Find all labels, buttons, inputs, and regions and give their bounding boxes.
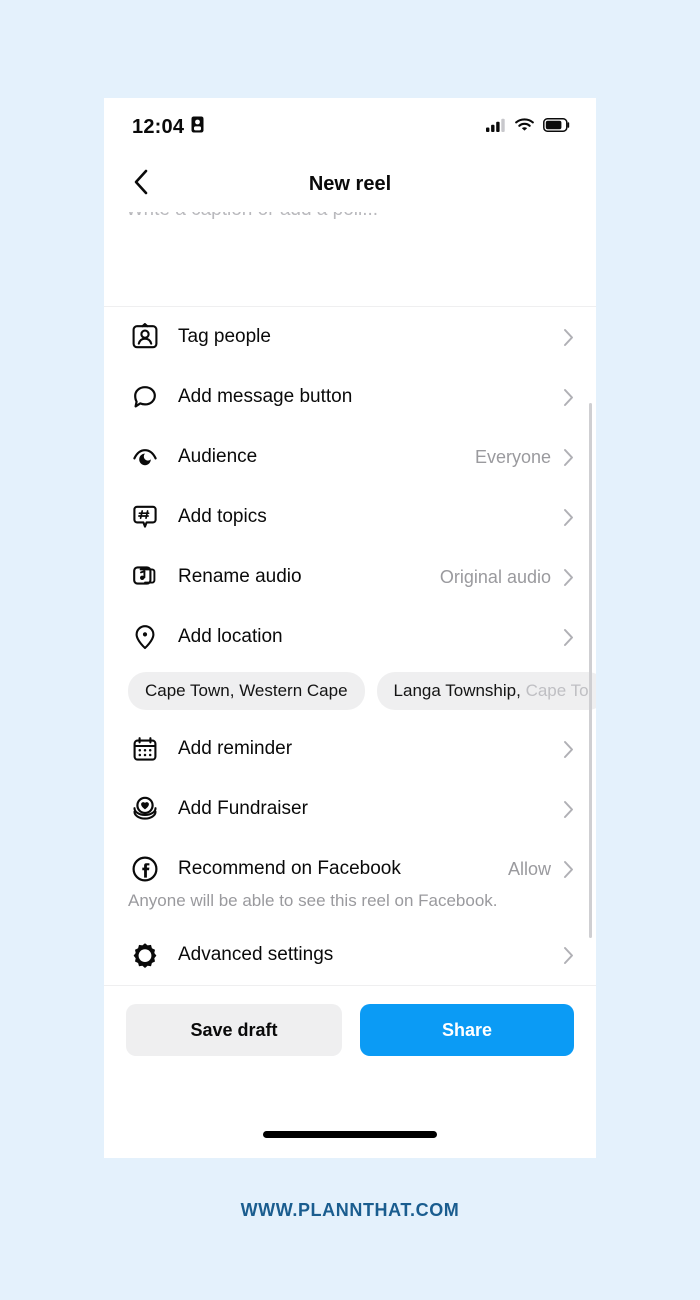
row-label: Rename audio	[178, 566, 302, 587]
row-label: Add message button	[178, 386, 353, 407]
watermark-footer: WWW.PLANNTHAT.COM	[240, 1200, 460, 1220]
chevron-right-icon	[563, 628, 574, 647]
location-suggestion-chips: Cape Town, Western Cape Langa Township, …	[104, 667, 596, 719]
row-label: Tag people	[178, 326, 271, 347]
row-recommend-on-facebook[interactable]: Recommend on Facebook Allow	[104, 839, 596, 899]
battery-icon	[543, 117, 570, 137]
wifi-icon	[515, 117, 534, 137]
chevron-right-icon	[563, 946, 574, 965]
chevron-right-icon	[563, 508, 574, 527]
location-chip[interactable]: Cape Town, Western Cape	[128, 672, 365, 710]
advanced-gear-icon	[128, 938, 162, 972]
share-button[interactable]: Share	[360, 1004, 574, 1056]
chevron-right-icon	[563, 568, 574, 587]
row-label: Add Fundraiser	[178, 798, 308, 819]
row-add-fundraiser[interactable]: Add Fundraiser	[104, 779, 596, 839]
caption-placeholder: Write a caption or add a poll...	[126, 212, 378, 221]
row-add-location[interactable]: Add location	[104, 607, 596, 667]
row-label: Audience	[178, 446, 258, 467]
chevron-right-icon	[563, 860, 574, 879]
screen-record-icon	[191, 116, 204, 138]
chevron-right-icon	[563, 740, 574, 759]
vertical-scrollbar[interactable]	[589, 403, 592, 938]
chevron-left-icon	[133, 169, 149, 200]
fundraiser-heart-icon	[128, 792, 162, 826]
phone-screen: 12:04 New reel Tag people Add message bu…	[104, 98, 596, 1158]
message-bubble-icon	[128, 380, 162, 414]
status-bar: 12:04	[104, 98, 596, 156]
row-value: Everyone	[474, 446, 551, 467]
save-draft-button[interactable]: Save draft	[126, 1004, 342, 1056]
chevron-right-icon	[563, 448, 574, 467]
row-add-reminder[interactable]: Add reminder	[104, 719, 596, 779]
facebook-icon	[128, 852, 162, 886]
status-time: 12:04	[132, 115, 185, 138]
status-bar-left: 12:04	[132, 116, 204, 139]
chevron-right-icon	[563, 388, 574, 407]
status-bar-right	[486, 117, 570, 137]
location-pin-icon	[128, 620, 162, 654]
row-label: Advanced settings	[178, 944, 334, 965]
chevron-right-icon	[563, 800, 574, 819]
row-add-topics[interactable]: Add topics	[104, 487, 596, 547]
row-add-message-button[interactable]: Add message button	[104, 367, 596, 427]
row-label: Recommend on Facebook	[178, 858, 401, 879]
row-audience[interactable]: Audience Everyone	[104, 427, 596, 487]
row-value: Allow	[507, 858, 551, 879]
caption-input[interactable]: Write a caption or add a poll...	[104, 212, 596, 307]
row-label: Add reminder	[178, 738, 293, 759]
location-chip-head: Langa Township,	[393, 681, 526, 700]
row-label: Add topics	[178, 506, 267, 527]
back-button[interactable]	[126, 169, 156, 199]
facebook-helper-text: Anyone will be able to see this reel on …	[128, 891, 498, 910]
reel-settings-list: Tag people Add message button Audience E…	[104, 307, 596, 985]
nav-bar: New reel	[104, 156, 596, 212]
location-chip[interactable]: Langa Township, Cape To	[376, 672, 596, 710]
row-tag-people[interactable]: Tag people	[104, 307, 596, 367]
page-title: New reel	[308, 172, 392, 195]
action-bar: Save draft Share	[104, 985, 596, 1056]
location-chip-tail: Cape To	[525, 681, 589, 700]
audience-eye-icon	[128, 440, 162, 474]
home-indicator	[263, 1131, 437, 1138]
row-advanced-settings[interactable]: Advanced settings	[104, 925, 596, 985]
row-value: Original audio	[439, 566, 551, 587]
calendar-icon	[128, 732, 162, 766]
hashtag-topics-icon	[128, 500, 162, 534]
tag-people-icon	[128, 320, 162, 354]
row-rename-audio[interactable]: Rename audio Original audio	[104, 547, 596, 607]
chevron-right-icon	[563, 328, 574, 347]
cellular-signal-icon	[486, 118, 506, 137]
music-note-icon	[128, 560, 162, 594]
row-label: Add location	[178, 626, 283, 647]
